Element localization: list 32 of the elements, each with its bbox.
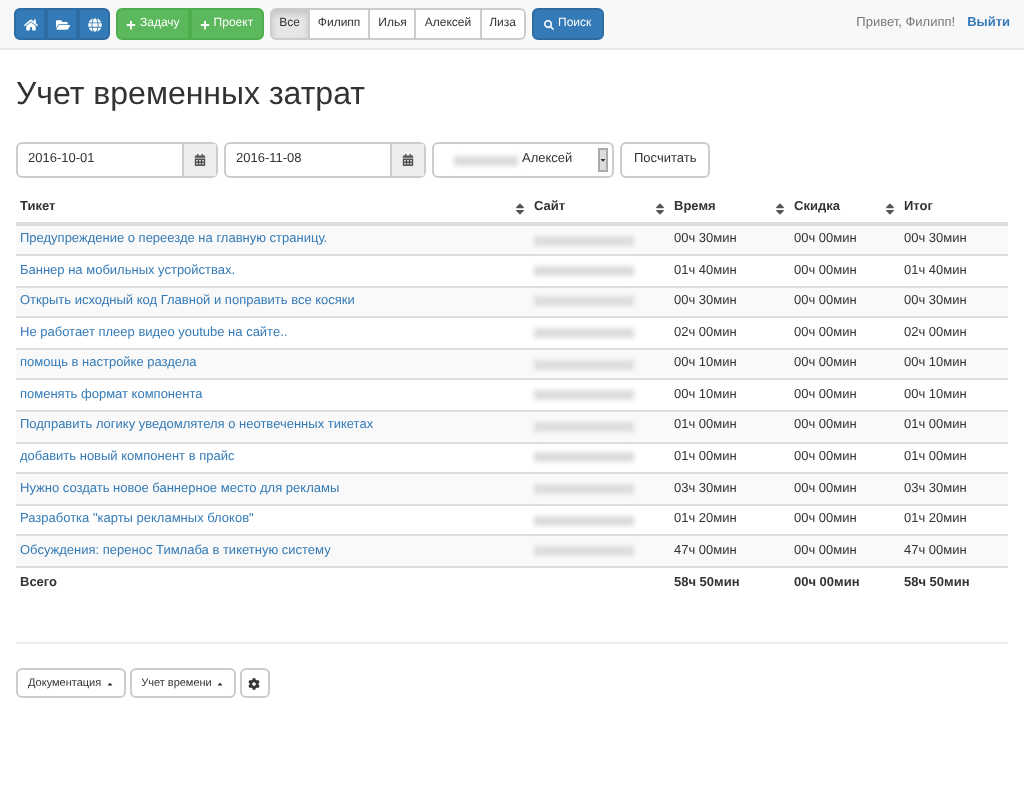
sort-icon[interactable] [774,201,786,215]
plus-icon [199,19,210,29]
blurred-site [534,296,634,307]
blurred-site [534,452,634,463]
folder-icon [55,17,69,31]
blurred-surname [454,155,518,165]
blurred-site [534,328,634,339]
caret-icon [215,679,224,688]
sort-icon[interactable] [514,201,526,215]
calendar-icon[interactable] [194,154,206,166]
home-icon [23,17,37,31]
sort-icon[interactable] [884,201,896,215]
blurred-site [534,421,634,432]
blurred-site [534,515,634,526]
blurred-site [534,265,634,276]
blurred-site [534,546,634,557]
caret-icon [105,679,114,688]
search-icon [544,19,554,29]
calendar-icon[interactable] [402,154,414,166]
sort-icon[interactable] [654,201,666,215]
page-title: Учет временных затрат [16,76,367,116]
blurred-site [534,359,634,370]
folder-button[interactable] [46,8,78,40]
blurred-site [534,390,634,401]
globe-button[interactable] [78,8,110,40]
blurred-site [534,235,634,246]
plus-icon [126,19,136,29]
settings-icon [248,677,261,690]
settings-button[interactable] [239,668,270,699]
home-button[interactable] [14,8,46,40]
blurred-site [534,484,634,495]
globe-icon [87,17,101,31]
